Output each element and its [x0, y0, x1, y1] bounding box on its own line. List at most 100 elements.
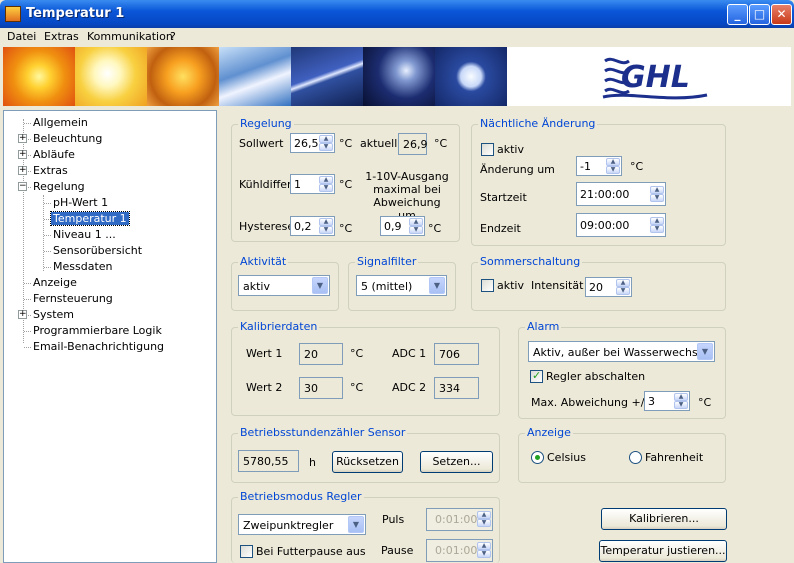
up-arrow-icon[interactable]: ▲ [477, 511, 491, 519]
hysterese-spinner[interactable]: 0,2 ▲ ▼ [290, 216, 335, 236]
tree-item[interactable]: Programmierbare Logik [4, 323, 216, 339]
menu-extras[interactable]: Extras [44, 30, 79, 43]
up-arrow-icon[interactable]: ▲ [319, 218, 333, 226]
celsius-radio[interactable] [531, 451, 544, 464]
down-arrow-icon[interactable]: ▼ [650, 225, 664, 233]
minimize-button[interactable]: _ [727, 4, 748, 25]
tree-item-label: Beleuchtung [33, 132, 103, 145]
up-arrow-icon[interactable]: ▲ [674, 393, 688, 401]
ausgang-unit: °C [428, 222, 442, 235]
futterpause-checkbox[interactable] [240, 545, 253, 558]
tree-item-label: Allgemein [33, 116, 88, 129]
up-arrow-icon[interactable]: ▲ [477, 542, 491, 550]
tree-item[interactable]: + Extras [4, 163, 216, 179]
ruecksetzen-button[interactable]: Rücksetzen [332, 451, 403, 473]
up-arrow-icon[interactable]: ▲ [650, 186, 664, 194]
down-arrow-icon[interactable]: ▼ [319, 184, 333, 192]
signalfilter-select[interactable]: 5 (mittel) ▼ [356, 275, 447, 296]
expand-icon[interactable]: + [18, 166, 27, 175]
up-arrow-icon[interactable]: ▲ [650, 217, 664, 225]
sollwert-unit: °C [339, 137, 353, 150]
tree-item[interactable]: − Regelung [4, 179, 216, 195]
tree-item[interactable]: + Abläufe [4, 147, 216, 163]
down-arrow-icon[interactable]: ▼ [477, 519, 491, 527]
chevron-down-icon[interactable]: ▼ [312, 277, 328, 294]
aktivitaet-select[interactable]: aktiv ▼ [238, 275, 330, 296]
sommer-aktiv-checkbox[interactable] [481, 279, 494, 292]
close-button[interactable]: ✕ [771, 4, 792, 25]
tree-item[interactable]: + System [4, 307, 216, 323]
kalibrierdaten-title: Kalibrierdaten [238, 320, 320, 333]
expand-icon[interactable]: + [18, 310, 27, 319]
maximize-button[interactable]: □ [749, 4, 770, 25]
app-icon [5, 6, 21, 22]
down-arrow-icon[interactable]: ▼ [409, 226, 423, 234]
tree-item[interactable]: Messdaten [4, 259, 216, 275]
sollwert-spinner[interactable]: 26,5 ▲ ▼ [290, 133, 335, 153]
tree-connector [24, 299, 31, 300]
chevron-down-icon[interactable]: ▼ [348, 516, 364, 533]
wert1-value: 20 [299, 343, 343, 365]
fahrenheit-radio[interactable] [629, 451, 642, 464]
tree-item[interactable]: + Beleuchtung [4, 131, 216, 147]
down-arrow-icon[interactable]: ▼ [606, 166, 620, 174]
svg-text:GHL: GHL [621, 60, 690, 95]
navigation-tree[interactable]: Allgemein + Beleuchtung + Abläufe + Extras − Reg… [3, 110, 217, 563]
tree-item[interactable]: Fernsteuerung [4, 291, 216, 307]
chevron-down-icon[interactable]: ▼ [697, 343, 713, 360]
down-arrow-icon[interactable]: ▼ [477, 550, 491, 558]
nacht-aktiv-checkbox[interactable] [481, 143, 494, 156]
tree-item[interactable]: pH-Wert 1 [4, 195, 216, 211]
tree-item[interactable]: Email-Benachrichtigung [4, 339, 216, 355]
adc2-label: ADC 2 [392, 381, 427, 394]
up-arrow-icon[interactable]: ▲ [319, 176, 333, 184]
splitter[interactable] [217, 110, 223, 563]
logo-area: GHL [507, 47, 791, 106]
aenderung-spinner[interactable]: -1 ▲ ▼ [576, 156, 622, 176]
title-bar[interactable]: Temperatur 1 _ □ ✕ [0, 0, 794, 28]
startzeit-input[interactable]: 21:00:00 ▲ ▼ [576, 182, 666, 206]
collapse-icon[interactable]: − [18, 182, 27, 191]
expand-icon[interactable]: + [18, 134, 27, 143]
kuehldiffer-spinner[interactable]: 1 ▲ ▼ [290, 174, 335, 194]
tree-item[interactable]: Temperatur 1 [4, 211, 216, 227]
setzen-button[interactable]: Setzen... [420, 451, 493, 473]
up-arrow-icon[interactable]: ▲ [409, 218, 423, 226]
max-abweichung-spinner[interactable]: 3 ▲ ▼ [644, 391, 690, 411]
down-arrow-icon[interactable]: ▼ [319, 226, 333, 234]
naechtliche-aenderung-title: Nächtliche Änderung [478, 117, 598, 130]
pause-label: Pause [381, 544, 414, 557]
kuehldiffer-label: Kühldiffer. [239, 178, 295, 191]
menu-kommunikation[interactable]: Kommunikation [87, 30, 173, 43]
down-arrow-icon[interactable]: ▼ [650, 194, 664, 202]
down-arrow-icon[interactable]: ▼ [616, 287, 630, 295]
wert1-unit: °C [350, 347, 364, 360]
temperatur-justieren-button[interactable]: Temperatur justieren... [599, 540, 727, 562]
chevron-down-icon[interactable]: ▼ [429, 277, 445, 294]
pause-input[interactable]: 0:01:00 ▲ ▼ [426, 539, 493, 562]
up-arrow-icon[interactable]: ▲ [319, 135, 333, 143]
menu-datei[interactable]: Datei [7, 30, 36, 43]
puls-input[interactable]: 0:01:00 ▲ ▼ [426, 508, 493, 531]
wert2-label: Wert 2 [246, 381, 283, 394]
tree-item[interactable]: Sensorübersicht [4, 243, 216, 259]
up-arrow-icon[interactable]: ▲ [616, 279, 630, 287]
betriebsmodus-select[interactable]: Zweipunktregler ▼ [238, 514, 366, 535]
expand-icon[interactable]: + [18, 150, 27, 159]
tree-item-label: Email-Benachrichtigung [33, 340, 165, 353]
ausgang-spinner[interactable]: 0,9 ▲ ▼ [380, 216, 425, 236]
alarm-mode-select[interactable]: Aktiv, außer bei Wasserwechsel ▼ [528, 341, 715, 362]
tree-item[interactable]: Niveau 1 ... [4, 227, 216, 243]
down-arrow-icon[interactable]: ▼ [674, 401, 688, 409]
intensitaet-spinner[interactable]: 20 ▲ ▼ [585, 277, 632, 297]
endzeit-input[interactable]: 09:00:00 ▲ ▼ [576, 213, 666, 237]
tree-item[interactable]: Allgemein [4, 115, 216, 131]
regler-abschalten-checkbox[interactable] [530, 369, 543, 383]
down-arrow-icon[interactable]: ▼ [319, 143, 333, 151]
betriebsstunden-unit: h [309, 456, 316, 469]
menu-help[interactable]: ? [170, 30, 176, 43]
up-arrow-icon[interactable]: ▲ [606, 158, 620, 166]
kalibrieren-button[interactable]: Kalibrieren... [601, 508, 727, 530]
tree-connector [44, 267, 51, 268]
tree-item[interactable]: Anzeige [4, 275, 216, 291]
